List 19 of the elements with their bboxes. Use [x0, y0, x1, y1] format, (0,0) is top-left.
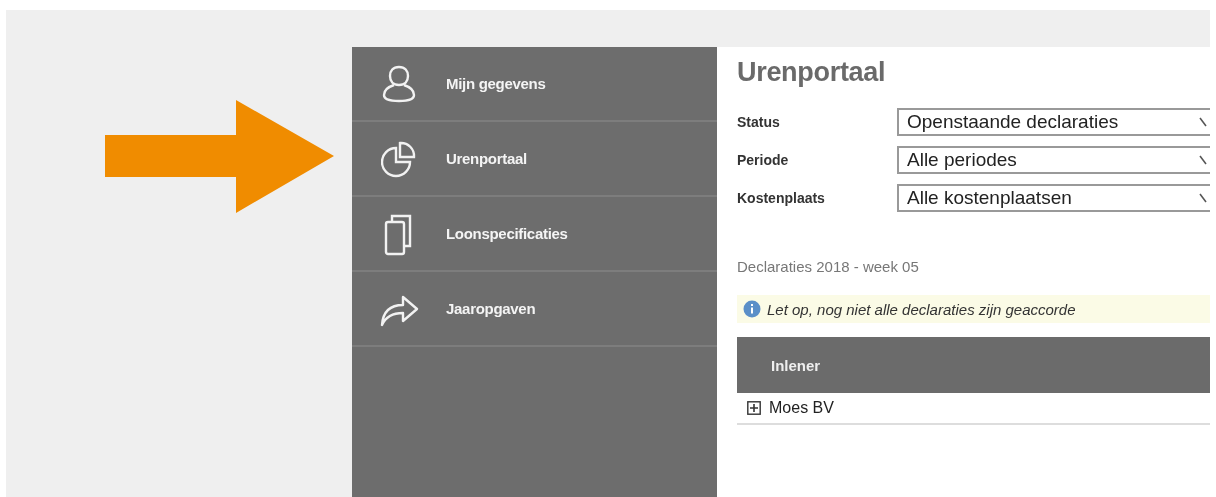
info-icon: [743, 300, 761, 318]
dropdown[interactable]: Openstaande declaraties: [897, 108, 1210, 136]
sidebar-item[interactable]: Jaaropgaven: [352, 272, 717, 345]
page-title: Urenportaal: [737, 57, 887, 88]
table-cell: Moes BV: [769, 399, 834, 417]
sidebar-item[interactable]: Loonspecificaties: [352, 197, 717, 270]
filter-label: Status: [737, 114, 781, 130]
filter-label: Kostenplaats: [737, 190, 826, 206]
column-header: Inlener: [771, 356, 821, 374]
dropdown[interactable]: Alle periodes: [897, 146, 1210, 174]
expand-icon[interactable]: [747, 401, 761, 415]
sidebar-item[interactable]: Urenportaal: [352, 122, 717, 195]
person-icon: [382, 63, 416, 104]
section-title: Declaraties 2018 - week 05: [737, 258, 920, 275]
notice-text: Let op, nog niet alle declaraties zijn geaccorde: [767, 300, 1076, 318]
sidebar-item[interactable]: Mijn gegevens: [352, 47, 717, 120]
filter-label: Periode: [737, 152, 790, 168]
pie-chart-icon: [381, 139, 417, 178]
dropdown[interactable]: Alle kostenplaatsen: [897, 184, 1210, 212]
